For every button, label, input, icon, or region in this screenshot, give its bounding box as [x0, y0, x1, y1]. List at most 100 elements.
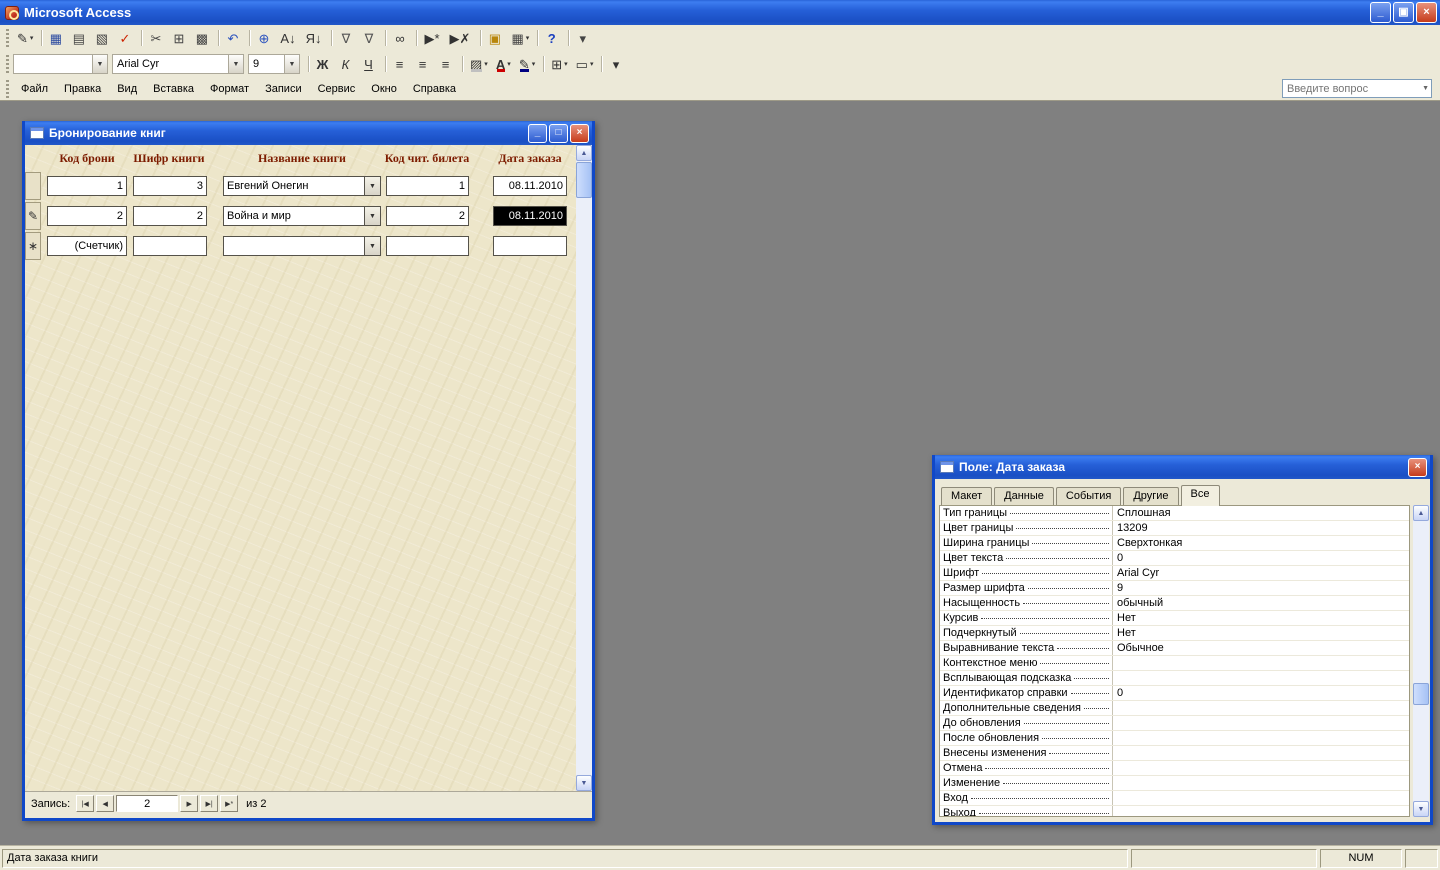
cut-button[interactable]: ✂ — [145, 27, 168, 49]
bold-button[interactable]: Ж — [312, 53, 335, 75]
column-header-reader-ticket[interactable]: Код чит. билета — [382, 151, 472, 166]
property-value-field[interactable]: Нет — [1112, 626, 1409, 640]
property-titlebar[interactable]: Поле: Дата заказа × — [935, 455, 1430, 479]
minimize-button[interactable]: _ — [1370, 2, 1391, 23]
fill-color-button[interactable]: ▨ ▾ — [466, 53, 492, 75]
combo-arrow-icon[interactable]: ▼ — [92, 55, 107, 73]
combo-arrow-icon[interactable]: ▼ — [284, 55, 299, 73]
combo-arrow-icon[interactable]: ▼ — [228, 55, 243, 73]
row-selector[interactable]: ∗ — [25, 232, 41, 260]
undo-button[interactable]: ↶ — [222, 27, 245, 49]
field-book-code[interactable]: 2 — [133, 206, 207, 226]
property-value-field[interactable] — [1112, 731, 1409, 745]
scrollbar-thumb[interactable] — [576, 162, 592, 198]
field-order-date[interactable] — [493, 236, 567, 256]
scrollbar-thumb[interactable] — [1413, 683, 1429, 705]
menu-item[interactable]: Записи — [257, 80, 310, 98]
property-value-field[interactable]: Нет — [1112, 611, 1409, 625]
form-vertical-scrollbar[interactable]: ▲ ▼ — [576, 145, 592, 791]
property-value-field[interactable]: 0 — [1112, 551, 1409, 565]
menu-item[interactable]: Вид — [109, 80, 145, 98]
sort-ascending-button[interactable]: А↓ — [276, 27, 301, 49]
field-book-title-combo[interactable]: Евгений Онегин ▼ — [223, 176, 381, 196]
find-button[interactable]: ∞ — [389, 27, 412, 49]
copy-button[interactable]: ⊞ — [168, 27, 191, 49]
field-book-code[interactable]: 3 — [133, 176, 207, 196]
menu-item[interactable]: Правка — [56, 80, 109, 98]
column-header-order-date[interactable]: Дата заказа — [493, 151, 567, 166]
toolbar-options-button[interactable]: ▾ — [572, 27, 595, 49]
form-maximize-button[interactable]: □ — [549, 124, 568, 143]
menu-item[interactable]: Формат — [202, 80, 257, 98]
property-value-field[interactable] — [1112, 671, 1409, 685]
paste-button[interactable]: ▩ — [191, 27, 214, 49]
restore-button[interactable]: ▣ — [1393, 2, 1414, 23]
field-booking-code[interactable]: 2 — [47, 206, 127, 226]
field-reader-ticket-code[interactable]: 1 — [386, 176, 469, 196]
menu-item[interactable]: Окно — [363, 80, 405, 98]
ask-question-input[interactable] — [1282, 79, 1432, 98]
insert-hyperlink-button[interactable]: ⊕ — [253, 27, 276, 49]
property-value-field[interactable]: 13209 — [1112, 521, 1409, 535]
goto-field-combo[interactable]: ▼ — [13, 54, 108, 74]
previous-record-button[interactable]: ◀ — [96, 795, 114, 812]
field-book-title-combo[interactable]: ▼ — [223, 236, 381, 256]
current-record-box[interactable]: 2 — [116, 795, 178, 812]
scroll-down-button[interactable]: ▼ — [576, 775, 592, 791]
property-value-field[interactable] — [1112, 791, 1409, 805]
new-record-button[interactable]: ▶* — [420, 27, 445, 49]
special-effect-button[interactable]: ▭ ▾ — [572, 53, 598, 75]
column-header-book-code[interactable]: Шифр книги — [129, 151, 209, 166]
property-value-field[interactable]: обычный — [1112, 596, 1409, 610]
property-value-field[interactable]: Сплошная — [1112, 506, 1409, 520]
font-color-button[interactable]: А ▾ — [492, 53, 515, 75]
field-order-date[interactable]: 08.11.2010 — [493, 206, 567, 226]
save-button[interactable]: ▦ — [45, 27, 68, 49]
menu-item[interactable]: Сервис — [310, 80, 364, 98]
sort-descending-button[interactable]: Я↓ — [302, 27, 328, 49]
property-value-field[interactable] — [1112, 761, 1409, 775]
column-header-booking-code[interactable]: Код брони — [47, 151, 127, 166]
property-tab[interactable]: Данные — [994, 487, 1054, 505]
field-book-code[interactable] — [133, 236, 207, 256]
property-value-field[interactable] — [1112, 716, 1409, 730]
combo-dropdown-button[interactable]: ▼ — [364, 207, 380, 225]
property-value-field[interactable]: 0 — [1112, 686, 1409, 700]
menu-item[interactable]: Файл — [13, 80, 56, 98]
row-selector[interactable] — [25, 172, 41, 200]
spelling-button[interactable]: ✓ — [114, 27, 137, 49]
scroll-down-button[interactable]: ▼ — [1413, 801, 1429, 817]
field-reader-ticket-code[interactable]: 2 — [386, 206, 469, 226]
field-reader-ticket-code[interactable] — [386, 236, 469, 256]
gridlines-button[interactable]: ⊞ ▾ — [547, 53, 571, 75]
line-color-button[interactable]: ✎ ▾ — [515, 53, 539, 75]
print-button[interactable]: ▤ — [68, 27, 91, 49]
property-value-field[interactable]: Обычное — [1112, 641, 1409, 655]
align-center-button[interactable]: ≡ — [412, 53, 435, 75]
field-booking-code[interactable]: 1 — [47, 176, 127, 196]
menu-item[interactable]: Вставка — [145, 80, 202, 98]
next-record-button[interactable]: ▶ — [180, 795, 198, 812]
property-value-field[interactable] — [1112, 746, 1409, 760]
align-left-button[interactable]: ≡ — [389, 53, 412, 75]
font-size-combo[interactable]: 9 ▼ — [248, 54, 300, 74]
combo-dropdown-button[interactable]: ▼ — [364, 177, 380, 195]
property-value-field[interactable] — [1112, 776, 1409, 790]
property-value-field[interactable]: Сверхтонкая — [1112, 536, 1409, 550]
combo-dropdown-button[interactable]: ▼ — [364, 237, 380, 255]
form-close-button[interactable]: × — [570, 124, 589, 143]
help-button[interactable]: ? — [541, 27, 564, 49]
column-header-book-title[interactable]: Название книги — [223, 151, 381, 166]
filter-by-selection-button[interactable]: ∇ — [335, 27, 358, 49]
apply-filter-button[interactable]: ∇ — [358, 27, 381, 49]
field-book-title-combo[interactable]: Война и мир ▼ — [223, 206, 381, 226]
property-value-field[interactable]: 9 — [1112, 581, 1409, 595]
property-close-button[interactable]: × — [1408, 458, 1427, 477]
field-order-date[interactable]: 08.11.2010 — [493, 176, 567, 196]
property-tab[interactable]: События — [1056, 487, 1121, 505]
property-value-field[interactable] — [1112, 701, 1409, 715]
delete-record-button[interactable]: ▶✗ — [446, 27, 477, 49]
new-record-button[interactable]: ▶* — [220, 795, 238, 812]
italic-button[interactable]: К — [335, 53, 358, 75]
scroll-up-button[interactable]: ▲ — [1413, 505, 1429, 521]
